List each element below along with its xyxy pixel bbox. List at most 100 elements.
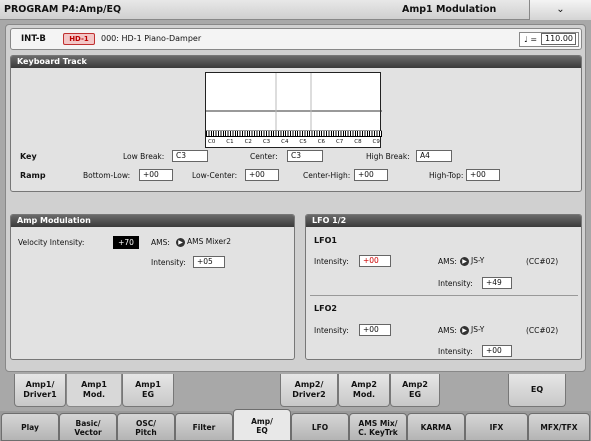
tab-line: EG — [141, 390, 155, 399]
lfo1-intensity-field[interactable]: +00 — [359, 255, 391, 267]
high-top-field[interactable]: +00 — [466, 169, 500, 181]
tab-amp2-mod[interactable]: Amp2 Mod. — [338, 374, 390, 407]
program-badge: HD-1 — [63, 33, 95, 45]
tab-line: Driver1 — [23, 390, 57, 399]
keyboard-track-header: Keyboard Track — [11, 56, 581, 68]
high-break-label: High Break: — [366, 152, 410, 161]
lfo2-label: LFO2 — [314, 304, 337, 313]
ams-intensity-field[interactable]: +05 — [193, 256, 225, 268]
octave-label: C8 — [354, 139, 362, 145]
keyboard-track-graph: C0 C1 C2 C3 C4 C5 C6 C7 C8 C9 — [205, 72, 382, 148]
tab-ams-mix[interactable]: AMS Mix/C. KeyTrk — [349, 413, 407, 441]
keyboard-track-panel: Keyboard Track C0 C1 C2 C3 C4 C5 C6 C7 C… — [10, 55, 582, 192]
tab-amp2-driver2[interactable]: Amp2/Driver2 — [280, 374, 338, 407]
lfo1-ams-intensity-label: Intensity: — [438, 279, 473, 288]
tab-amp1-mod[interactable]: Amp1 Mod. — [66, 374, 122, 407]
page-menu-button[interactable]: ⌄ — [529, 0, 591, 20]
octave-label: C9 — [372, 139, 380, 145]
tab-amp1-eg[interactable]: Amp1 EG — [122, 374, 174, 407]
lfo1-ams-select[interactable]: ▶ JS-Y — [460, 256, 484, 266]
octave-label: C7 — [335, 139, 344, 145]
tab-line: Amp1 — [135, 380, 161, 389]
tab-line: LFO — [311, 423, 329, 432]
lfo-divider — [310, 295, 578, 296]
tab-lfo[interactable]: LFO — [291, 413, 349, 441]
bottom-low-label: Bottom-Low: — [83, 171, 131, 180]
tab-line: MFX/TFX — [540, 423, 578, 432]
tempo-field[interactable]: 110.00 — [541, 33, 576, 45]
lfo2-ams-intensity-label: Intensity: — [438, 347, 473, 356]
lfo2-ams-label: AMS: — [438, 326, 457, 335]
lfo1-label: LFO1 — [314, 236, 337, 245]
octave-label: C3 — [262, 139, 271, 145]
amp-modulation-panel: Amp Modulation Velocity Intensity: +70 A… — [10, 214, 295, 360]
tab-line: OSC/ — [135, 419, 157, 428]
tab-play[interactable]: Play — [1, 413, 59, 441]
lfo2-ams-select[interactable]: ▶ JS-Y — [460, 325, 484, 335]
tab-mfx-tfx[interactable]: MFX/TFX — [528, 413, 590, 441]
arrow-right-icon: ▶ — [460, 325, 469, 335]
center-high-field[interactable]: +00 — [354, 169, 388, 181]
tab-filter[interactable]: Filter — [175, 413, 233, 441]
bottom-low-field[interactable]: +00 — [139, 169, 173, 181]
octave-label: C2 — [244, 139, 252, 145]
center-high-label: Center-High: — [303, 171, 351, 180]
tab-line: Amp/ — [251, 417, 273, 426]
octave-label: C0 — [208, 139, 216, 145]
tab-line: Pitch — [135, 428, 157, 437]
lfo2-cc-label: (CC#02) — [526, 326, 559, 335]
tab-line: Amp2 — [402, 380, 428, 389]
tab-karma[interactable]: KARMA — [407, 413, 465, 441]
tab-eq[interactable]: EQ — [508, 374, 566, 407]
ams-label: AMS: — [151, 238, 170, 247]
tab-amp2-eg[interactable]: Amp2 EG — [390, 374, 440, 407]
program-name[interactable]: 000: HD-1 Piano-Damper — [101, 34, 201, 43]
lfo1-intensity-label: Intensity: — [314, 257, 349, 266]
tab-amp-eq[interactable]: Amp/EQ — [233, 409, 291, 441]
low-break-label: Low Break: — [123, 152, 165, 161]
page-name: Amp1 Modulation — [402, 4, 497, 15]
page-title: PROGRAM P4:Amp/EQ — [4, 4, 122, 15]
ams-source-select[interactable]: ▶ AMS Mixer2 — [176, 237, 231, 247]
tab-line: Amp1/ — [25, 380, 55, 389]
tab-line: Mod. — [82, 390, 106, 399]
tab-line: EG — [408, 390, 422, 399]
lfo2-intensity-label: Intensity: — [314, 326, 349, 335]
octave-label: C6 — [317, 139, 326, 145]
octave-label: C5 — [299, 139, 307, 145]
arrow-right-icon: ▶ — [460, 256, 469, 266]
program-select-row[interactable]: INT-B HD-1 000: HD-1 Piano-Damper ♩ = 11… — [10, 28, 582, 50]
tab-line: Amp2 — [351, 380, 377, 389]
lfo1-ams-label: AMS: — [438, 257, 457, 266]
low-break-field[interactable]: C3 — [172, 150, 208, 162]
low-center-field[interactable]: +00 — [245, 169, 279, 181]
lfo1-ams-value: JS-Y — [471, 256, 485, 265]
keyboard-keys — [206, 131, 382, 137]
tab-line: Amp1 — [81, 380, 107, 389]
tab-line: Basic/ — [75, 419, 101, 428]
tab-line: Amp2/ — [294, 380, 324, 389]
tab-amp1-driver1[interactable]: Amp1/Driver1 — [14, 374, 66, 407]
tab-line: Filter — [192, 423, 216, 432]
high-break-field[interactable]: A4 — [416, 150, 452, 162]
tab-line: Mod. — [352, 390, 376, 399]
lfo2-ams-intensity-field[interactable]: +00 — [482, 345, 512, 357]
velocity-intensity-label: Velocity Intensity: — [18, 238, 85, 247]
velocity-intensity-field[interactable]: +70 — [113, 236, 139, 249]
lfo1-ams-intensity-field[interactable]: +49 — [482, 277, 512, 289]
tab-line: Vector — [74, 428, 102, 437]
tab-basic-vector[interactable]: Basic/Vector — [59, 413, 117, 441]
tab-line: EQ — [256, 426, 268, 435]
tab-line: KARMA — [420, 423, 452, 432]
center-field[interactable]: C3 — [287, 150, 323, 162]
lfo2-ams-value: JS-Y — [471, 325, 485, 334]
tab-osc-pitch[interactable]: OSC/Pitch — [117, 413, 175, 441]
octave-labels: C0 C1 C2 C3 C4 C5 C6 C7 C8 C9 — [208, 139, 380, 145]
tab-ifx[interactable]: IFX — [465, 413, 528, 441]
lfo-panel: LFO 1/2 LFO1 Intensity: +00 AMS: ▶ JS-Y (… — [305, 214, 582, 360]
lfo2-intensity-field[interactable]: +00 — [359, 324, 391, 336]
ams-source-value: AMS Mixer2 — [187, 237, 231, 246]
tab-line: Driver2 — [292, 390, 326, 399]
tab-line: Play — [21, 423, 39, 432]
octave-label: C1 — [226, 139, 234, 145]
